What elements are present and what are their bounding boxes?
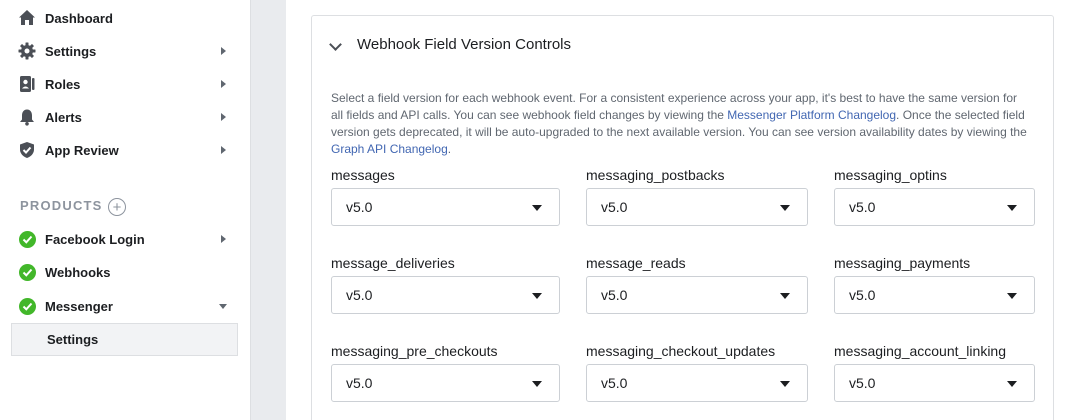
sidebar: Dashboard Settings Roles Alerts App Revi… [0, 0, 250, 420]
chevron-right-icon [221, 146, 226, 154]
chevron-right-icon [221, 80, 226, 88]
panel-description: Select a field version for each webhook … [331, 90, 1031, 158]
select-value: v5.0 [601, 375, 628, 391]
products-header: PRODUCTS [20, 198, 103, 213]
sidebar-item-messenger[interactable]: Messenger [0, 292, 250, 320]
sidebar-item-dashboard[interactable]: Dashboard [0, 4, 250, 32]
panel-title: Webhook Field Version Controls [357, 36, 571, 53]
webhook-version-panel: Webhook Field Version Controls Select a … [311, 15, 1054, 420]
field-label-messaging-optins: messaging_optins [834, 167, 947, 183]
bell-icon [18, 108, 36, 126]
select-value: v5.0 [849, 375, 876, 391]
select-value: v5.0 [346, 199, 373, 215]
field-label-messaging-postbacks: messaging_postbacks [586, 167, 725, 183]
sidebar-item-label: App Review [45, 142, 119, 158]
check-circle-icon [18, 230, 36, 248]
select-value: v5.0 [849, 199, 876, 215]
caret-down-icon [780, 205, 790, 211]
sidebar-item-facebook-login[interactable]: Facebook Login [0, 225, 250, 253]
check-circle-icon [18, 297, 36, 315]
messenger-changelog-link[interactable]: Messenger Platform Changelog [727, 108, 896, 122]
version-select-messaging-postbacks[interactable]: v5.0 [586, 188, 808, 226]
chevron-right-icon [221, 47, 226, 55]
version-select-messaging-payments[interactable]: v5.0 [834, 276, 1035, 314]
home-icon [18, 9, 36, 27]
caret-down-icon [1007, 293, 1017, 299]
sidebar-item-label: Facebook Login [45, 231, 145, 247]
version-select-message-deliveries[interactable]: v5.0 [331, 276, 560, 314]
caret-down-icon [1007, 381, 1017, 387]
chevron-right-icon [221, 235, 226, 243]
sidebar-item-app-review[interactable]: App Review [0, 136, 250, 164]
description-text: . [447, 142, 452, 156]
version-select-messages[interactable]: v5.0 [331, 188, 560, 226]
select-value: v5.0 [601, 287, 628, 303]
version-select-messaging-checkout-updates[interactable]: v5.0 [586, 364, 808, 402]
field-label-messaging-payments: messaging_payments [834, 255, 971, 271]
select-value: v5.0 [346, 375, 373, 391]
sidebar-item-label: Dashboard [45, 10, 113, 26]
caret-down-icon [1007, 205, 1017, 211]
add-product-plus-icon[interactable]: + [108, 198, 126, 216]
select-value: v5.0 [346, 287, 373, 303]
sidebar-item-label: Messenger [45, 298, 113, 314]
chevron-down-icon [219, 303, 227, 309]
sidebar-item-label: Settings [45, 43, 97, 59]
field-label-messaging-account-linking: messaging_account_linking [834, 343, 1006, 359]
field-label-message-reads: message_reads [586, 255, 686, 271]
caret-down-icon [532, 293, 542, 299]
version-select-messaging-pre-checkouts[interactable]: v5.0 [331, 364, 560, 402]
sidebar-item-label: Alerts [45, 109, 82, 125]
chevron-down-icon[interactable] [329, 38, 342, 51]
sidebar-item-label: Roles [45, 76, 81, 92]
version-select-messaging-account-linking[interactable]: v5.0 [834, 364, 1035, 402]
gear-icon [18, 42, 36, 60]
caret-down-icon [780, 381, 790, 387]
shield-icon [18, 141, 36, 159]
check-circle-icon [18, 263, 36, 281]
sidebar-subitem-label: Settings [47, 332, 99, 347]
select-value: v5.0 [849, 287, 876, 303]
sidebar-item-roles[interactable]: Roles [0, 70, 250, 98]
caret-down-icon [532, 205, 542, 211]
chevron-right-icon [221, 113, 226, 121]
content-gutter [250, 0, 286, 420]
version-select-messaging-optins[interactable]: v5.0 [834, 188, 1035, 226]
sidebar-item-settings[interactable]: Settings [0, 37, 250, 65]
field-label-messages: messages [331, 167, 395, 183]
field-label-message-deliveries: message_deliveries [331, 255, 455, 271]
caret-down-icon [532, 381, 542, 387]
field-label-messaging-pre-checkouts: messaging_pre_checkouts [331, 343, 498, 359]
graph-api-changelog-link[interactable]: Graph API Changelog [331, 142, 448, 156]
version-select-message-reads[interactable]: v5.0 [586, 276, 808, 314]
panel-header[interactable]: Webhook Field Version Controls [312, 16, 1053, 72]
select-value: v5.0 [601, 199, 628, 215]
caret-down-icon [780, 293, 790, 299]
sidebar-item-webhooks[interactable]: Webhooks [0, 258, 250, 286]
field-label-messaging-checkout-updates: messaging_checkout_updates [586, 343, 776, 359]
sidebar-item-alerts[interactable]: Alerts [0, 103, 250, 131]
sidebar-item-label: Webhooks [45, 264, 111, 280]
sidebar-subitem-settings[interactable]: Settings [11, 323, 238, 356]
roles-icon [18, 75, 36, 93]
